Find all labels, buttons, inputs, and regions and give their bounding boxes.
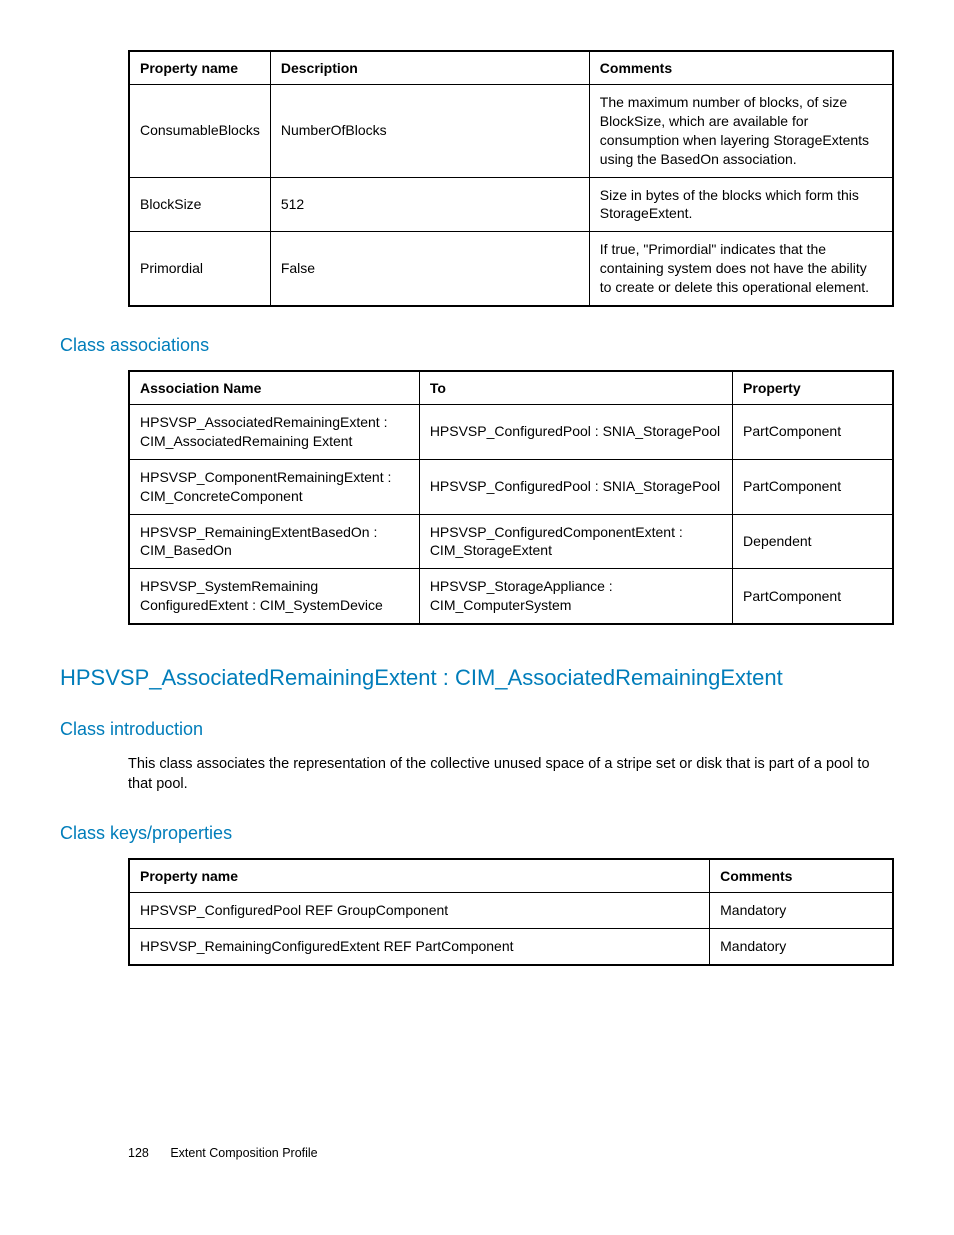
table-row: HPSVSP_ConfiguredPool REF GroupComponent… (129, 892, 893, 928)
cell-comments: If true, "Primordial" indicates that the… (589, 232, 893, 306)
heading-class-associations: Class associations (60, 335, 894, 356)
class-introduction-text: This class associates the representation… (128, 754, 894, 795)
table-row: ConsumableBlocks NumberOfBlocks The maxi… (129, 85, 893, 178)
col-description: Description (270, 51, 589, 85)
table-row: HPSVSP_SystemRemaining ConfiguredExtent … (129, 569, 893, 624)
cell-comments: Mandatory (710, 928, 893, 964)
cell-to: HPSVSP_StorageAppliance : CIM_ComputerSy… (419, 569, 732, 624)
cell-property-name: HPSVSP_RemainingConfiguredExtent REF Par… (129, 928, 710, 964)
table-header-row: Property name Comments (129, 859, 893, 893)
cell-property: PartComponent (733, 569, 893, 624)
cell-property-name: BlockSize (129, 177, 270, 232)
heading-class-introduction: Class introduction (60, 719, 894, 740)
cell-association-name: HPSVSP_ComponentRemainingExtent : CIM_Co… (129, 459, 419, 514)
table-row: BlockSize 512 Size in bytes of the block… (129, 177, 893, 232)
cell-association-name: HPSVSP_SystemRemaining ConfiguredExtent … (129, 569, 419, 624)
cell-property: Dependent (733, 514, 893, 569)
table-row: HPSVSP_ComponentRemainingExtent : CIM_Co… (129, 459, 893, 514)
cell-property: PartComponent (733, 405, 893, 460)
table-header-row: Property name Description Comments (129, 51, 893, 85)
associations-table: Association Name To Property HPSVSP_Asso… (128, 370, 894, 625)
cell-to: HPSVSP_ConfiguredPool : SNIA_StoragePool (419, 459, 732, 514)
page-number: 128 (128, 1146, 149, 1160)
properties-table-1: Property name Description Comments Consu… (128, 50, 894, 307)
cell-description: False (270, 232, 589, 306)
col-comments: Comments (589, 51, 893, 85)
col-comments: Comments (710, 859, 893, 893)
table-row: Primordial False If true, "Primordial" i… (129, 232, 893, 306)
cell-comments: The maximum number of blocks, of size Bl… (589, 85, 893, 178)
heading-class-title: HPSVSP_AssociatedRemainingExtent : CIM_A… (60, 665, 894, 691)
cell-association-name: HPSVSP_RemainingExtentBasedOn : CIM_Base… (129, 514, 419, 569)
page-footer: 128 Extent Composition Profile (60, 1146, 894, 1160)
cell-comments: Size in bytes of the blocks which form t… (589, 177, 893, 232)
heading-class-keys-properties: Class keys/properties (60, 823, 894, 844)
cell-property-name: ConsumableBlocks (129, 85, 270, 178)
col-to: To (419, 371, 732, 405)
table-row: HPSVSP_AssociatedRemainingExtent : CIM_A… (129, 405, 893, 460)
footer-section-title: Extent Composition Profile (170, 1146, 317, 1160)
cell-description: NumberOfBlocks (270, 85, 589, 178)
table-row: HPSVSP_RemainingExtentBasedOn : CIM_Base… (129, 514, 893, 569)
cell-comments: Mandatory (710, 892, 893, 928)
col-association-name: Association Name (129, 371, 419, 405)
cell-description: 512 (270, 177, 589, 232)
col-property: Property (733, 371, 893, 405)
table-row: HPSVSP_RemainingConfiguredExtent REF Par… (129, 928, 893, 964)
cell-to: HPSVSP_ConfiguredPool : SNIA_StoragePool (419, 405, 732, 460)
cell-property: PartComponent (733, 459, 893, 514)
cell-property-name: Primordial (129, 232, 270, 306)
cell-to: HPSVSP_ConfiguredComponentExtent : CIM_S… (419, 514, 732, 569)
cell-association-name: HPSVSP_AssociatedRemainingExtent : CIM_A… (129, 405, 419, 460)
col-property-name: Property name (129, 859, 710, 893)
table-header-row: Association Name To Property (129, 371, 893, 405)
col-property-name: Property name (129, 51, 270, 85)
keys-properties-table: Property name Comments HPSVSP_Configured… (128, 858, 894, 966)
cell-property-name: HPSVSP_ConfiguredPool REF GroupComponent (129, 892, 710, 928)
